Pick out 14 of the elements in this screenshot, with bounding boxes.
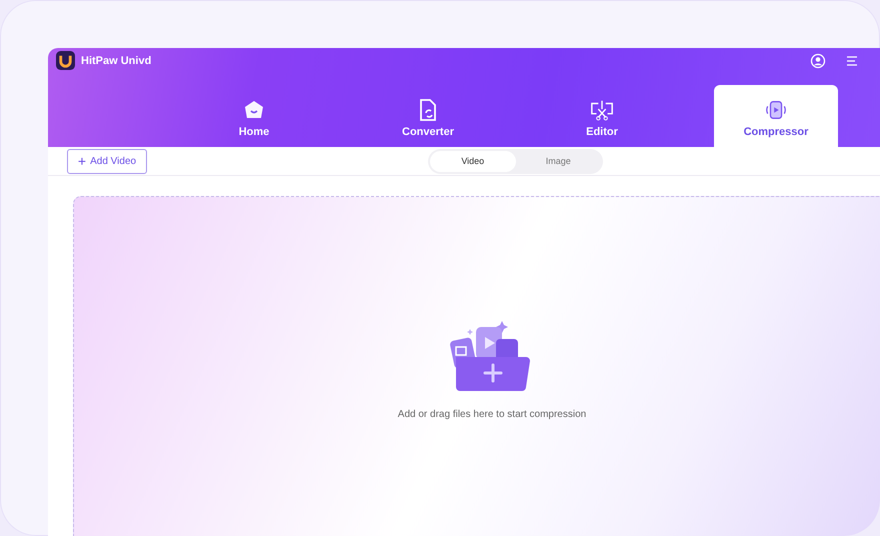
drop-hint: Add or drag files here to start compression xyxy=(398,409,586,420)
mode-tab[interactable]: Image xyxy=(516,150,601,172)
drop-zone[interactable]: Add or drag files here to start compression xyxy=(73,196,880,536)
nav-tab[interactable]: Editor xyxy=(540,85,664,147)
compress-video-icon xyxy=(764,98,788,122)
scissors-icon xyxy=(590,98,614,122)
nav-tab[interactable]: Home xyxy=(192,85,316,147)
nav-tab[interactable]: Compressor xyxy=(714,85,838,147)
add-video-button[interactable]: + Add Video xyxy=(67,148,147,174)
app-title: HitPaw Univd xyxy=(81,54,152,66)
account-icon[interactable] xyxy=(810,52,826,68)
mode-tab[interactable]: Video xyxy=(430,150,516,172)
nav-tab[interactable]: Converter xyxy=(366,85,490,147)
app-logo-icon xyxy=(56,51,75,70)
